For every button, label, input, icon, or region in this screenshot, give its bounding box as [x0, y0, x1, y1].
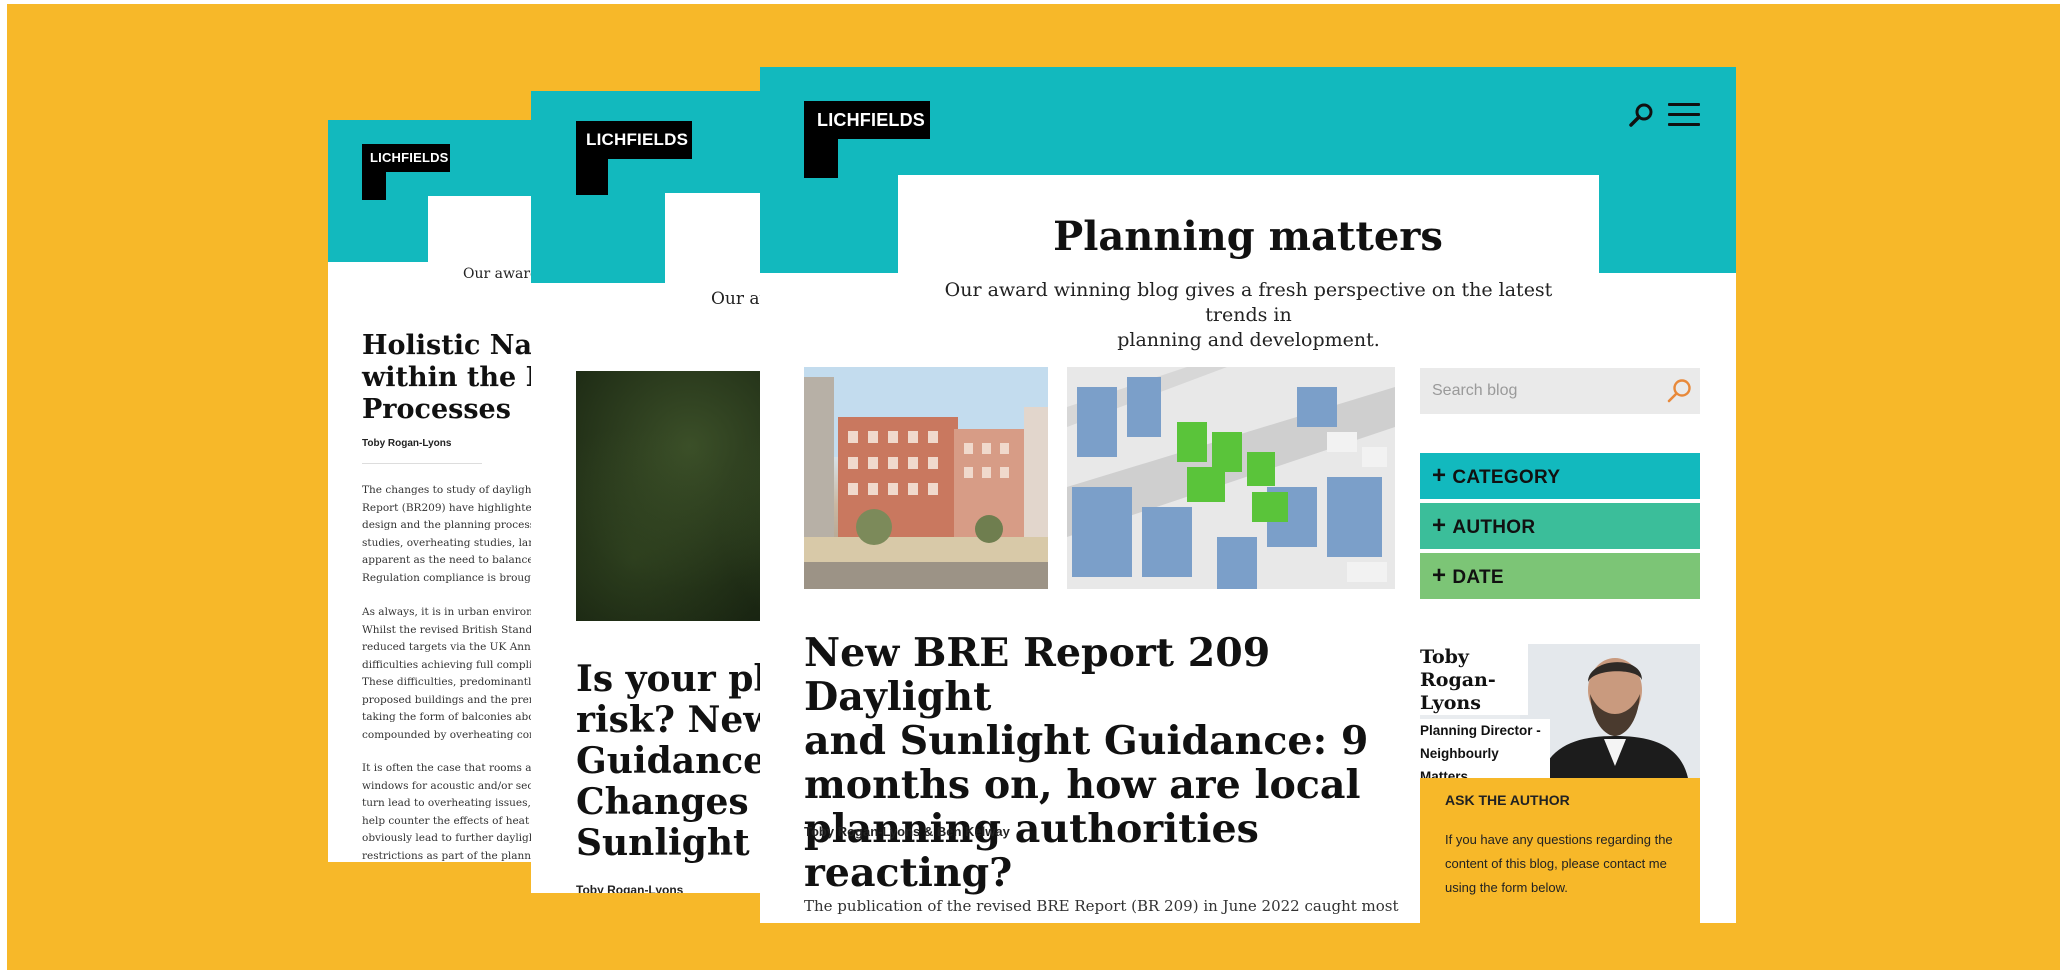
author-filter-button[interactable]: + AUTHOR [1420, 503, 1700, 549]
lichfields-logo[interactable]: LICHFIELDS [804, 101, 930, 178]
lichfields-logo[interactable]: LICHFIELDS [576, 121, 692, 195]
lichfields-logo[interactable]: LICHFIELDS [362, 144, 450, 200]
search-icon[interactable] [1665, 377, 1693, 405]
ask-the-author-heading: ASK THE AUTHOR [1445, 792, 1570, 808]
search-input[interactable] [1432, 368, 1662, 414]
article-image-3d-model[interactable] [1067, 367, 1395, 589]
page-subtitle: Our award [463, 266, 539, 282]
divider [362, 463, 482, 464]
blog-page-card-front: LICHFIELDS Planning matters Our award wi… [760, 67, 1736, 923]
author-profile[interactable]: Toby Rogan- Lyons Planning Director - Ne… [1420, 644, 1700, 778]
article-first-line: The publication of the revised BRE Repor… [804, 897, 1399, 915]
article-title[interactable]: New BRE Report 209 Daylight and Sunlight… [804, 631, 1384, 895]
ask-the-author-text: If you have any questions regarding the … [1445, 832, 1673, 895]
article-authors: Toby Rogan-Lyons & Ben Kelway [804, 824, 1010, 839]
category-filter-button[interactable]: + CATEGORY [1420, 453, 1700, 499]
author-name[interactable]: Toby Rogan- Lyons [1420, 644, 1528, 715]
article-author: Toby Rogan-Lyons [362, 438, 452, 449]
ask-the-author-panel: ASK THE AUTHOR If you have any questions… [1420, 778, 1700, 923]
author-role: Planning Director - Neighbourly Matters [1420, 719, 1550, 778]
yellow-background: LICHFIELDS Our award Holistic Natu withi… [7, 4, 2060, 970]
article-image-building-render[interactable] [804, 367, 1048, 589]
article-author: Toby Rogan-Lyons [576, 883, 684, 893]
page-intro: Our award winning blog gives a fresh per… [944, 279, 1553, 351]
date-filter-button[interactable]: + DATE [1420, 553, 1700, 599]
search-box [1420, 368, 1700, 414]
hamburger-menu-icon[interactable] [1668, 103, 1700, 129]
search-icon[interactable] [1627, 101, 1655, 129]
page-title: Planning matters [1053, 213, 1443, 260]
